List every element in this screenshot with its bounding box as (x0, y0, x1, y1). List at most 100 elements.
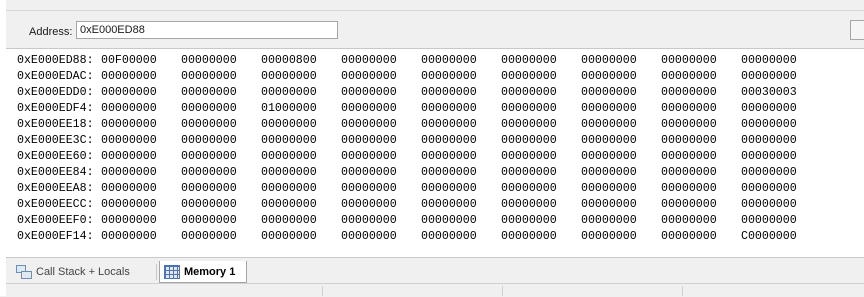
memory-word[interactable]: 00000000 (421, 229, 501, 245)
memory-word[interactable]: 00000000 (101, 213, 181, 229)
memory-word[interactable]: 00000000 (421, 197, 501, 213)
memory-word[interactable]: 00000000 (581, 101, 661, 117)
memory-view[interactable]: 0xE000ED88: 00F00000 00000000 00000800 00000… (6, 48, 864, 257)
memory-word[interactable]: 00000000 (741, 53, 821, 69)
memory-word[interactable]: 00000000 (741, 101, 821, 117)
memory-word[interactable]: 00000000 (341, 229, 421, 245)
memory-word[interactable]: 00000000 (421, 149, 501, 165)
memory-word[interactable]: 00000000 (101, 117, 181, 133)
memory-word[interactable]: 00F00000 (101, 53, 181, 69)
memory-word[interactable]: 00000000 (341, 53, 421, 69)
memory-word[interactable]: 00000000 (421, 213, 501, 229)
memory-word[interactable]: 00000000 (261, 133, 341, 149)
memory-word[interactable]: 00000000 (101, 181, 181, 197)
memory-word[interactable]: 00000000 (101, 149, 181, 165)
memory-word[interactable]: 00000000 (421, 101, 501, 117)
memory-word[interactable]: 00000000 (581, 133, 661, 149)
memory-word[interactable]: 00000000 (501, 149, 581, 165)
memory-word[interactable]: 00000000 (181, 149, 261, 165)
memory-word[interactable]: 00000000 (101, 85, 181, 101)
memory-word[interactable]: 00000000 (341, 197, 421, 213)
memory-word[interactable]: 00000000 (741, 149, 821, 165)
memory-word[interactable]: 00000000 (581, 213, 661, 229)
memory-word[interactable]: 00000000 (181, 133, 261, 149)
memory-word[interactable]: 00000000 (741, 197, 821, 213)
memory-word[interactable]: 00000000 (181, 213, 261, 229)
memory-word[interactable]: 00000000 (661, 213, 741, 229)
address-input[interactable] (76, 21, 338, 39)
memory-word[interactable]: 00000000 (501, 101, 581, 117)
toolbar-edge-button[interactable] (850, 20, 864, 40)
memory-word[interactable]: 00000000 (421, 69, 501, 85)
memory-word[interactable]: 00000000 (181, 165, 261, 181)
memory-word[interactable]: 00000000 (661, 229, 741, 245)
memory-word[interactable]: 01000000 (261, 101, 341, 117)
memory-word[interactable]: 00000000 (341, 213, 421, 229)
memory-word[interactable]: 00000000 (101, 133, 181, 149)
memory-word[interactable]: 00000000 (501, 133, 581, 149)
memory-word[interactable]: 00000000 (741, 117, 821, 133)
memory-word[interactable]: 00000000 (421, 53, 501, 69)
memory-word[interactable]: 00000000 (581, 85, 661, 101)
memory-word[interactable]: 00000000 (261, 85, 341, 101)
memory-word[interactable]: 00000000 (661, 117, 741, 133)
memory-word[interactable]: 00000000 (341, 133, 421, 149)
memory-word[interactable]: 00000000 (581, 53, 661, 69)
memory-word[interactable]: 00000000 (661, 133, 741, 149)
memory-word[interactable]: 00000000 (341, 149, 421, 165)
memory-word[interactable]: 00000000 (501, 117, 581, 133)
memory-word[interactable]: 00000000 (181, 101, 261, 117)
memory-word[interactable]: 00000000 (341, 165, 421, 181)
memory-word[interactable]: 00000000 (341, 85, 421, 101)
tab-memory-1[interactable]: Memory 1 (159, 261, 247, 283)
memory-word[interactable]: 00000000 (581, 117, 661, 133)
memory-word[interactable]: 00000000 (501, 181, 581, 197)
memory-word[interactable]: 00000000 (661, 69, 741, 85)
memory-word[interactable]: 00000000 (261, 197, 341, 213)
memory-word[interactable]: 00000000 (661, 165, 741, 181)
memory-word[interactable]: 00000000 (341, 69, 421, 85)
memory-word[interactable]: 00000000 (741, 133, 821, 149)
memory-word[interactable]: 00000000 (501, 229, 581, 245)
memory-word[interactable]: C0000000 (741, 229, 821, 245)
memory-word[interactable]: 00000000 (181, 229, 261, 245)
memory-word[interactable]: 00000800 (261, 53, 341, 69)
memory-word[interactable]: 00000000 (501, 165, 581, 181)
memory-word[interactable]: 00000000 (261, 229, 341, 245)
memory-word[interactable]: 00000000 (181, 85, 261, 101)
memory-word[interactable]: 00000000 (661, 53, 741, 69)
memory-word[interactable]: 00000000 (661, 101, 741, 117)
memory-word[interactable]: 00000000 (421, 181, 501, 197)
memory-word[interactable]: 00000000 (101, 165, 181, 181)
memory-word[interactable]: 00000000 (581, 197, 661, 213)
memory-word[interactable]: 00000000 (581, 165, 661, 181)
memory-word[interactable]: 00000000 (101, 229, 181, 245)
memory-word[interactable]: 00030003 (741, 85, 821, 101)
memory-word[interactable]: 00000000 (421, 133, 501, 149)
memory-word[interactable]: 00000000 (101, 69, 181, 85)
memory-word[interactable]: 00000000 (501, 69, 581, 85)
memory-word[interactable]: 00000000 (581, 149, 661, 165)
memory-word[interactable]: 00000000 (341, 101, 421, 117)
memory-word[interactable]: 00000000 (341, 117, 421, 133)
memory-word[interactable]: 00000000 (661, 85, 741, 101)
memory-word[interactable]: 00000000 (661, 149, 741, 165)
memory-word[interactable]: 00000000 (741, 69, 821, 85)
memory-word[interactable]: 00000000 (741, 213, 821, 229)
memory-word[interactable]: 00000000 (101, 101, 181, 117)
memory-word[interactable]: 00000000 (261, 117, 341, 133)
memory-word[interactable]: 00000000 (581, 229, 661, 245)
tab-call-stack-locals[interactable]: Call Stack + Locals (12, 261, 156, 283)
memory-word[interactable]: 00000000 (181, 69, 261, 85)
memory-word[interactable]: 00000000 (421, 85, 501, 101)
memory-word[interactable]: 00000000 (501, 197, 581, 213)
memory-word[interactable]: 00000000 (501, 85, 581, 101)
memory-word[interactable]: 00000000 (501, 53, 581, 69)
memory-word[interactable]: 00000000 (741, 165, 821, 181)
memory-word[interactable]: 00000000 (581, 181, 661, 197)
memory-word[interactable]: 00000000 (181, 181, 261, 197)
memory-word[interactable]: 00000000 (261, 165, 341, 181)
memory-word[interactable]: 00000000 (181, 53, 261, 69)
memory-word[interactable]: 00000000 (661, 181, 741, 197)
memory-word[interactable]: 00000000 (261, 181, 341, 197)
